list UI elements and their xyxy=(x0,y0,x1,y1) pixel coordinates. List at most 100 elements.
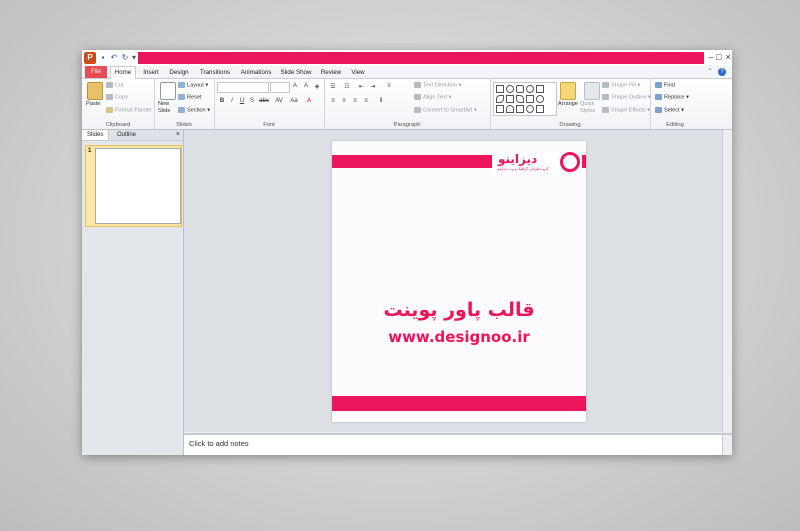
arc-shape-icon[interactable] xyxy=(496,95,504,103)
shape-outline-button[interactable]: Shape Outline ▾ xyxy=(602,94,651,100)
tab-animations[interactable]: Animations xyxy=(238,67,274,78)
tab-view[interactable]: View xyxy=(348,67,368,78)
change-case-button[interactable]: Aa xyxy=(288,98,300,104)
brace-shape-icon[interactable] xyxy=(496,105,504,113)
text-direction-button[interactable]: Text Direction ▾ xyxy=(414,82,461,88)
font-color-button[interactable]: A xyxy=(304,98,314,104)
clear-formatting-icon[interactable]: ◈ xyxy=(312,83,322,90)
bracket-shape-icon[interactable] xyxy=(506,95,514,103)
star-shape-icon[interactable] xyxy=(536,95,544,103)
slide-thumbnail-selected[interactable]: 1 xyxy=(85,145,182,227)
close-panel-icon[interactable]: × xyxy=(176,130,180,140)
block-arrow-shape-icon[interactable] xyxy=(536,105,544,113)
align-left-icon[interactable]: ≡ xyxy=(328,98,338,104)
square-shape-icon[interactable] xyxy=(536,85,544,93)
curve-shape-icon[interactable] xyxy=(516,95,524,103)
bullets-icon[interactable]: ☰ xyxy=(328,83,338,90)
slide-url[interactable]: www.designoo.ir xyxy=(332,328,586,346)
quick-styles-button[interactable]: Quick Styles xyxy=(580,101,600,115)
slide-title[interactable]: قالب پاور پوینت xyxy=(332,299,586,321)
cut-button[interactable]: Cut xyxy=(106,82,124,88)
numbering-icon[interactable]: ☷ xyxy=(342,83,352,90)
strikethrough-button[interactable]: abc xyxy=(257,98,271,104)
logo-wordmark: دیزاینو xyxy=(498,152,538,166)
tab-slide-show[interactable]: Slide Show xyxy=(279,67,313,78)
tab-slides-panel[interactable]: Slides xyxy=(82,130,110,140)
wave-shape-icon[interactable] xyxy=(506,105,514,113)
smiley-shape-icon[interactable] xyxy=(526,105,534,113)
vertical-scrollbar[interactable] xyxy=(722,130,732,432)
help-icon[interactable]: ? xyxy=(718,68,726,76)
save-icon[interactable]: ▪ xyxy=(98,52,108,63)
font-size-select[interactable] xyxy=(270,82,290,93)
replace-button[interactable]: Replace ▾ xyxy=(655,94,689,100)
justify-icon[interactable]: ≡ xyxy=(361,98,371,104)
decrease-indent-icon[interactable]: ⇤ xyxy=(356,83,366,90)
ribbon-minimize-icon[interactable]: ⌃ xyxy=(706,68,714,76)
tab-insert[interactable]: Insert xyxy=(140,67,162,78)
rounded-rect-shape-icon[interactable] xyxy=(516,85,524,93)
shadow-button[interactable]: S xyxy=(247,98,257,104)
powerpoint-window: P ▪ ↶ ↻ ▾ – □ × File Home Insert Design … xyxy=(82,50,732,455)
cursor-icon xyxy=(655,107,662,113)
notes-placeholder[interactable]: Click to add notes xyxy=(189,439,249,448)
undo-icon[interactable]: ↶ xyxy=(109,52,119,63)
tab-file[interactable]: File xyxy=(85,66,107,78)
copy-button[interactable]: Copy xyxy=(106,94,128,100)
tab-home[interactable]: Home xyxy=(110,66,136,79)
layout-button[interactable]: Layout ▾ xyxy=(178,82,208,88)
align-center-icon[interactable]: ≡ xyxy=(339,98,349,104)
convert-smartart-button[interactable]: Convert to SmartArt ▾ xyxy=(414,107,477,113)
notes-scrollbar[interactable] xyxy=(722,435,732,455)
tab-outline-panel[interactable]: Outline xyxy=(112,130,141,140)
title-banner xyxy=(138,52,704,64)
increase-indent-icon[interactable]: ⇥ xyxy=(368,83,378,90)
section-button[interactable]: Section ▾ xyxy=(178,107,210,113)
character-spacing-button[interactable]: AV xyxy=(273,98,285,104)
tab-review[interactable]: Review xyxy=(318,67,344,78)
circle-shape-icon[interactable] xyxy=(526,85,534,93)
italic-button[interactable]: I xyxy=(227,98,237,104)
reset-button[interactable]: Reset xyxy=(178,94,202,100)
arrow-shape-icon[interactable] xyxy=(526,95,534,103)
quick-styles-icon[interactable] xyxy=(584,82,600,100)
editing-group: Find Replace ▾ Select ▾ Editing xyxy=(650,79,700,129)
paste-button[interactable]: Paste xyxy=(86,101,100,107)
slide-thumbnail[interactable] xyxy=(95,148,181,224)
shrink-font-icon[interactable]: A xyxy=(301,83,311,89)
oval-shape-icon[interactable] xyxy=(506,85,514,93)
bold-button[interactable]: B xyxy=(217,98,227,104)
slide-number: 1 xyxy=(88,148,92,154)
arrange-icon[interactable] xyxy=(560,82,576,100)
new-slide-button[interactable]: New Slide xyxy=(158,101,180,115)
text-direction-label: Text Direction xyxy=(423,82,457,89)
shape-effects-label: Shape Effects xyxy=(611,107,646,114)
notes-pane[interactable]: Click to add notes xyxy=(184,433,732,455)
select-button[interactable]: Select ▾ xyxy=(655,107,684,113)
format-painter-button[interactable]: Format Painter xyxy=(106,107,152,113)
align-right-icon[interactable]: ≡ xyxy=(350,98,360,104)
underline-button[interactable]: U xyxy=(237,98,247,104)
align-text-button[interactable]: Align Text ▾ xyxy=(414,94,452,100)
paste-icon[interactable] xyxy=(87,82,103,100)
tab-design[interactable]: Design xyxy=(167,67,191,78)
layout-icon xyxy=(178,82,185,88)
new-slide-icon[interactable] xyxy=(160,82,176,100)
line-spacing-icon[interactable]: ≡ xyxy=(384,83,394,89)
replace-icon xyxy=(655,94,662,100)
tab-transitions[interactable]: Transitions xyxy=(197,67,233,78)
shape-effects-button[interactable]: Shape Effects ▾ xyxy=(602,107,650,113)
find-button[interactable]: Find xyxy=(655,82,675,88)
shape-outline-label: Shape Outline xyxy=(611,94,647,101)
current-slide[interactable]: دیزاینو گروه طراحی گرافیک و وب دیزاینو ق… xyxy=(332,141,586,422)
shape-fill-button[interactable]: Shape Fill ▾ xyxy=(602,82,640,88)
arrange-button[interactable]: Arrange xyxy=(558,101,578,107)
rectangle-shape-icon[interactable] xyxy=(496,85,504,93)
columns-icon[interactable]: ⫴ xyxy=(376,98,386,105)
close-button[interactable]: × xyxy=(723,51,732,63)
powerpoint-logo-icon[interactable]: P xyxy=(84,52,96,64)
shapes-gallery[interactable] xyxy=(493,82,557,116)
callout-shape-icon[interactable] xyxy=(516,105,524,113)
font-family-select[interactable] xyxy=(217,82,269,93)
grow-font-icon[interactable]: A xyxy=(290,83,300,89)
